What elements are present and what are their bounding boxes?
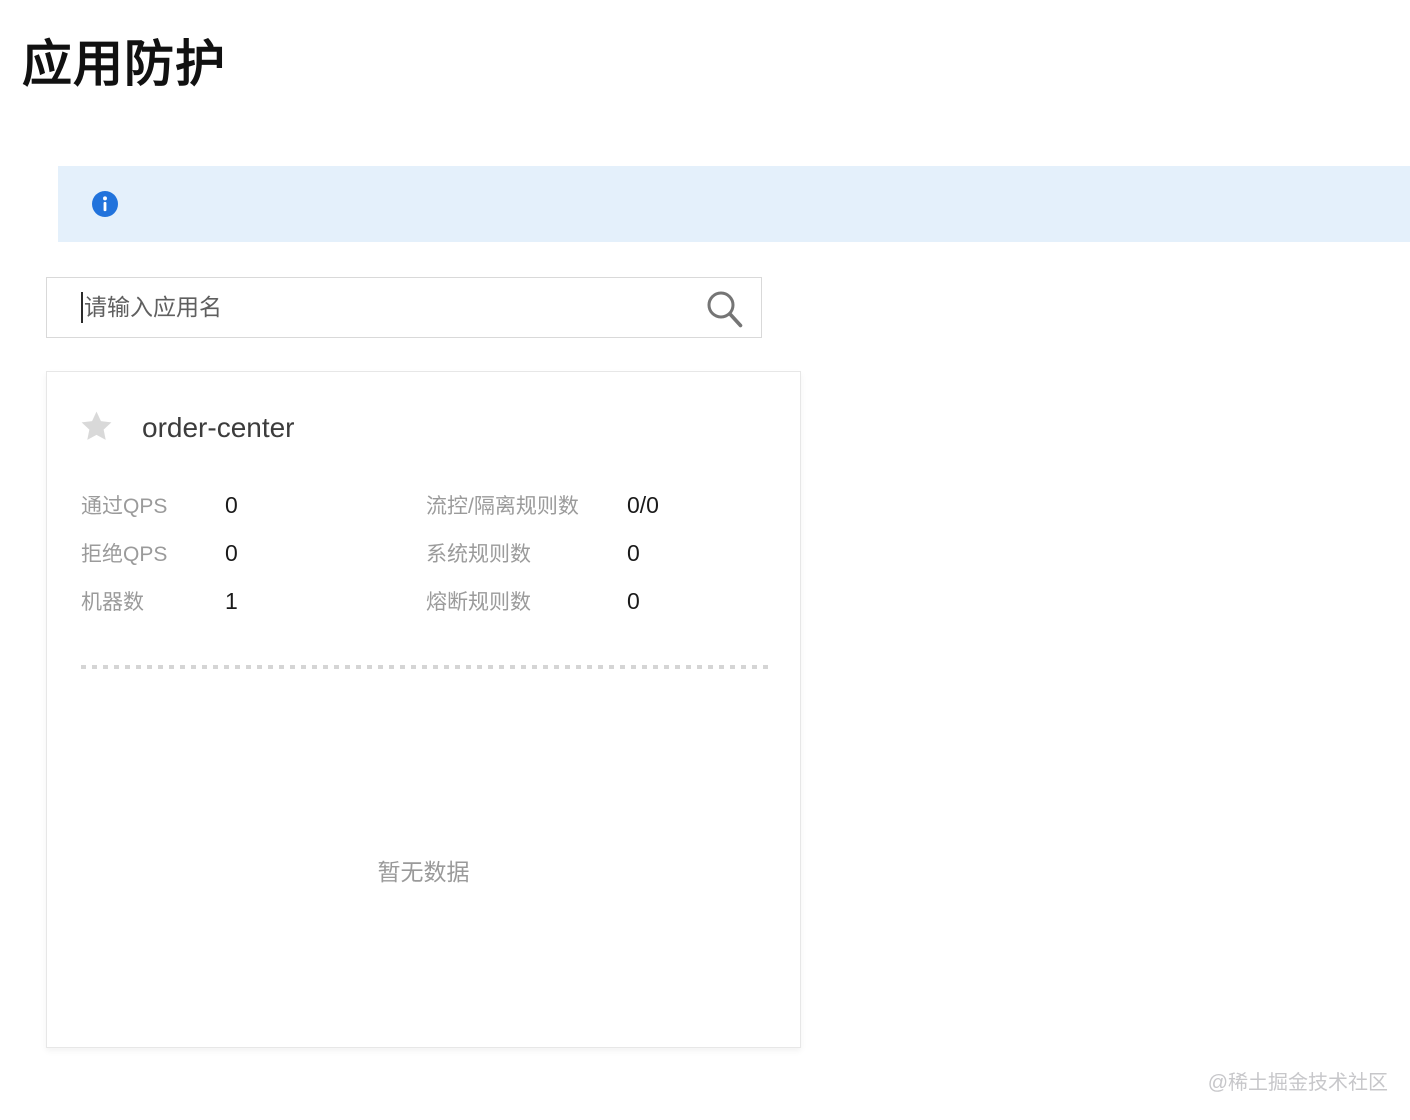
stat-value: 0	[627, 539, 640, 566]
stat-value: 1	[225, 587, 238, 614]
stat-row-machine-count: 机器数 1	[81, 577, 238, 625]
stat-row-flow-rules: 流控/隔离规则数 0/0	[426, 481, 659, 529]
app-search-box	[46, 277, 762, 338]
app-card[interactable]: order-center 通过QPS 0 拒绝QPS 0 机器数 1 流控/隔离…	[46, 371, 801, 1048]
stat-label: 系统规则数	[426, 543, 531, 566]
stat-label: 机器数	[81, 591, 144, 614]
empty-data-text: 暂无数据	[377, 859, 470, 885]
star-icon[interactable]	[79, 409, 114, 444]
stat-value: 0	[627, 587, 640, 614]
stat-value: 0	[225, 539, 238, 566]
page-title: 应用防护	[22, 36, 226, 92]
stat-value: 0	[225, 491, 238, 518]
stat-label: 拒绝QPS	[81, 543, 168, 566]
stat-row-pass-qps: 通过QPS 0	[81, 481, 238, 529]
stat-label: 通过QPS	[81, 495, 168, 518]
info-icon	[92, 191, 118, 217]
stat-row-degrade-rules: 熔断规则数 0	[426, 577, 659, 625]
info-banner	[58, 166, 1410, 242]
stat-label: 流控/隔离规则数	[426, 495, 579, 518]
stat-label: 熔断规则数	[426, 591, 531, 614]
stat-row-system-rules: 系统规则数 0	[426, 529, 659, 577]
stat-value: 0/0	[627, 491, 659, 518]
dashed-divider	[81, 665, 769, 669]
search-icon[interactable]	[704, 288, 744, 328]
watermark: @稀土掘金技术社区	[1207, 1072, 1388, 1094]
app-name: order-center	[142, 412, 295, 443]
stats-left-column: 通过QPS 0 拒绝QPS 0 机器数 1	[81, 481, 238, 625]
text-caret	[81, 292, 83, 323]
stats-right-column: 流控/隔离规则数 0/0 系统规则数 0 熔断规则数 0	[426, 481, 659, 625]
search-input[interactable]	[47, 278, 761, 337]
stat-row-block-qps: 拒绝QPS 0	[81, 529, 238, 577]
